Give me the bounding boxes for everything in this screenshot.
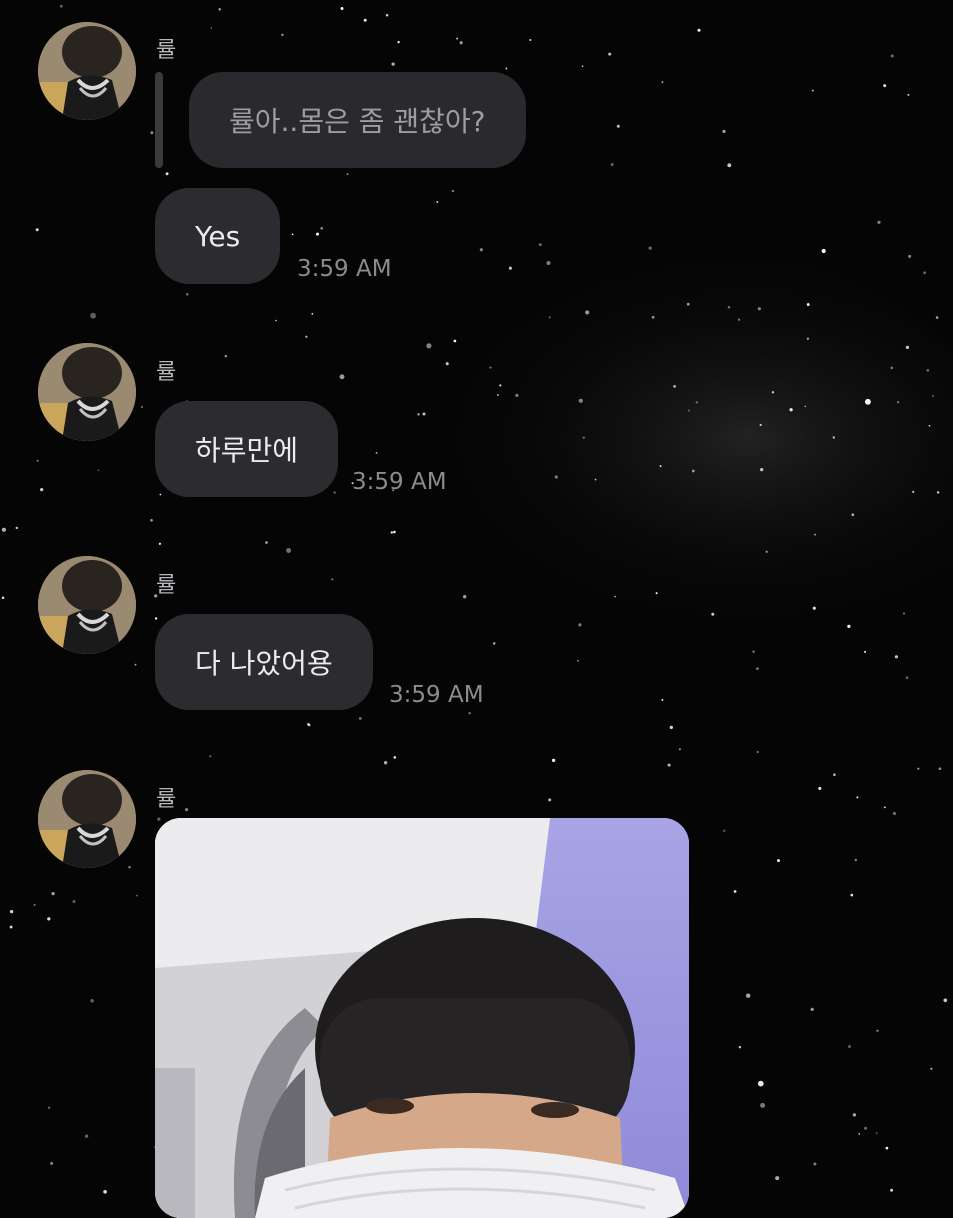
photo-attachment[interactable] (155, 818, 689, 1218)
sender-name: 률 (156, 787, 177, 812)
message-timestamp: 3:59 AM (297, 256, 392, 282)
message-bubble[interactable]: Yes (155, 188, 281, 284)
avatar[interactable] (38, 556, 136, 654)
message-bubble[interactable]: 하루만에 (155, 401, 339, 497)
avatar[interactable] (38, 343, 136, 441)
avatar[interactable] (38, 22, 136, 120)
message-bubble[interactable]: 다 나았어용 (155, 614, 373, 710)
message-timestamp: 3:59 AM (352, 469, 447, 495)
avatar[interactable] (38, 770, 136, 868)
sender-name: 률 (156, 573, 177, 598)
quoted-message[interactable]: 률아..몸은 좀 괜찮아? (189, 72, 526, 168)
reply-indicator (155, 72, 163, 168)
message-timestamp: 3:59 AM (389, 682, 484, 708)
sender-name: 률 (156, 38, 177, 63)
sender-name: 률 (156, 360, 177, 385)
